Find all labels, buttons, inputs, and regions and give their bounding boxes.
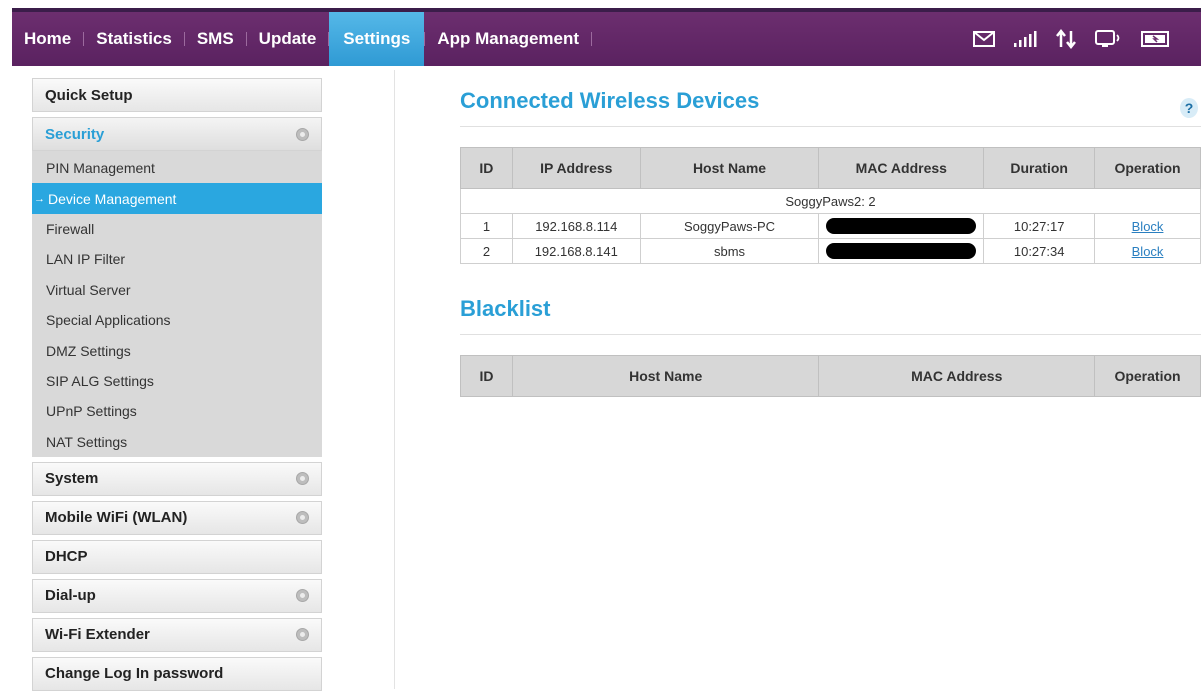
column-header-operation: Operation [1094,147,1201,189]
nav-statistics[interactable]: Statistics [84,12,184,66]
table-row: 1 192.168.8.114 SoggyPaws-PC 10:27:17 Bl… [460,213,1201,239]
expand-icon [296,127,309,141]
cell-duration: 10:27:17 [983,213,1096,239]
title-divider [460,126,1201,127]
cell-host: sbms [639,238,820,264]
menu-label: Mobile WiFi (WLAN) [45,509,188,527]
menu-system[interactable]: System [32,461,322,496]
sidebar-item-device-management[interactable]: → Device Management [32,183,322,214]
expand-icon [296,472,309,486]
nav-home[interactable]: Home [12,12,83,66]
menu-wifi-extender[interactable]: Wi-Fi Extender [32,617,322,652]
top-bar: Home Statistics SMS Update Settings App … [0,0,1201,70]
column-header-mac: MAC Address [818,355,1096,397]
mail-icon[interactable] [973,31,995,47]
nav-separator [591,32,593,46]
column-header-duration: Duration [983,147,1096,189]
settings-sidebar: Quick Setup Security PIN Management → De… [32,78,322,696]
menu-dial-up[interactable]: Dial-up [32,578,322,613]
cell-mac [818,238,985,264]
column-header-id: ID [460,147,513,189]
cell-id: 1 [460,213,513,239]
blacklist-section: Blacklist ID Host Name MAC Address Opera… [460,296,1201,397]
menu-mobile-wifi[interactable]: Mobile WiFi (WLAN) [32,500,322,535]
sidebar-item-pin-management[interactable]: PIN Management [32,153,322,183]
sidebar-item-virtual-server[interactable]: Virtual Server [32,275,322,305]
sidebar-item-nat-settings[interactable]: NAT Settings [32,427,322,457]
block-link[interactable]: Block [1132,219,1164,234]
menu-label: Dial-up [45,587,96,605]
menu-label: DHCP [45,548,88,566]
table-row: 2 192.168.8.141 sbms 10:27:34 Block [460,238,1201,264]
content-divider [394,70,395,689]
main-content: Connected Wireless Devices ? ID IP Addre… [460,88,1201,397]
wifi-device-icon [1095,30,1123,48]
expand-icon [296,511,309,525]
menu-quick-setup[interactable]: Quick Setup [32,78,322,112]
nav-settings[interactable]: Settings [329,12,425,66]
sidebar-item-dmz-settings[interactable]: DMZ Settings [32,335,322,365]
signal-icon [1013,30,1037,48]
sidebar-item-lan-ip-filter[interactable]: LAN IP Filter [32,244,322,274]
menu-dhcp[interactable]: DHCP [32,539,322,574]
redacted-mac [826,218,977,235]
cell-ip: 192.168.8.114 [511,213,641,239]
menu-label: Quick Setup [45,86,133,104]
sidebar-item-upnp-settings[interactable]: UPnP Settings [32,396,322,426]
sidebar-item-special-applications[interactable]: Special Applications [32,305,322,335]
security-submenu: PIN Management → Device Management Firew… [32,151,322,457]
nav-sms[interactable]: SMS [185,12,246,66]
sidebar-item-label: Device Management [48,190,177,207]
column-header-host: Host Name [639,147,820,189]
expand-icon [296,628,309,642]
cell-mac [818,213,985,239]
data-transfer-icon [1055,29,1077,49]
menu-security[interactable]: Security [32,117,322,151]
blacklist-table: ID Host Name MAC Address Operation [460,355,1201,397]
menu-label: Wi-Fi Extender [45,626,150,644]
status-icons [973,12,1171,66]
block-link[interactable]: Block [1132,244,1164,259]
table-header-row: ID IP Address Host Name MAC Address Dura… [460,147,1201,189]
cell-operation: Block [1094,213,1201,239]
redacted-mac [826,243,977,260]
sidebar-item-firewall[interactable]: Firewall [32,214,322,244]
menu-label: System [45,470,99,488]
column-header-host: Host Name [511,355,820,397]
column-header-id: ID [460,355,513,397]
cell-operation: Block [1094,238,1201,264]
nav-update[interactable]: Update [247,12,329,66]
column-header-mac: MAC Address [818,147,985,189]
nav-app-management[interactable]: App Management [425,12,591,66]
title-divider [460,334,1201,335]
menu-label: Security [45,125,105,143]
page-title: Connected Wireless Devices [460,88,760,113]
group-row: SoggyPaws2: 2 [460,188,1201,214]
help-icon[interactable]: ? [1180,98,1198,118]
cell-id: 2 [460,238,513,264]
arrow-right-icon: → [34,192,45,205]
expand-icon [296,589,309,603]
cell-duration: 10:27:34 [983,238,1096,264]
table-header-row: ID Host Name MAC Address Operation [460,355,1201,397]
main-nav: Home Statistics SMS Update Settings App … [12,12,1201,66]
battery-icon [1141,30,1171,48]
ssid-group-label: SoggyPaws2: 2 [460,188,1201,214]
blacklist-title: Blacklist [460,296,551,321]
cell-ip: 192.168.8.141 [511,238,641,264]
column-header-operation: Operation [1094,355,1201,397]
menu-change-password[interactable]: Change Log In password [32,656,322,691]
connected-devices-table: ID IP Address Host Name MAC Address Dura… [460,147,1201,264]
cell-host: SoggyPaws-PC [639,213,820,239]
menu-label: Change Log In password [45,665,224,683]
sidebar-item-sip-alg-settings[interactable]: SIP ALG Settings [32,366,322,396]
column-header-ip: IP Address [511,147,641,189]
